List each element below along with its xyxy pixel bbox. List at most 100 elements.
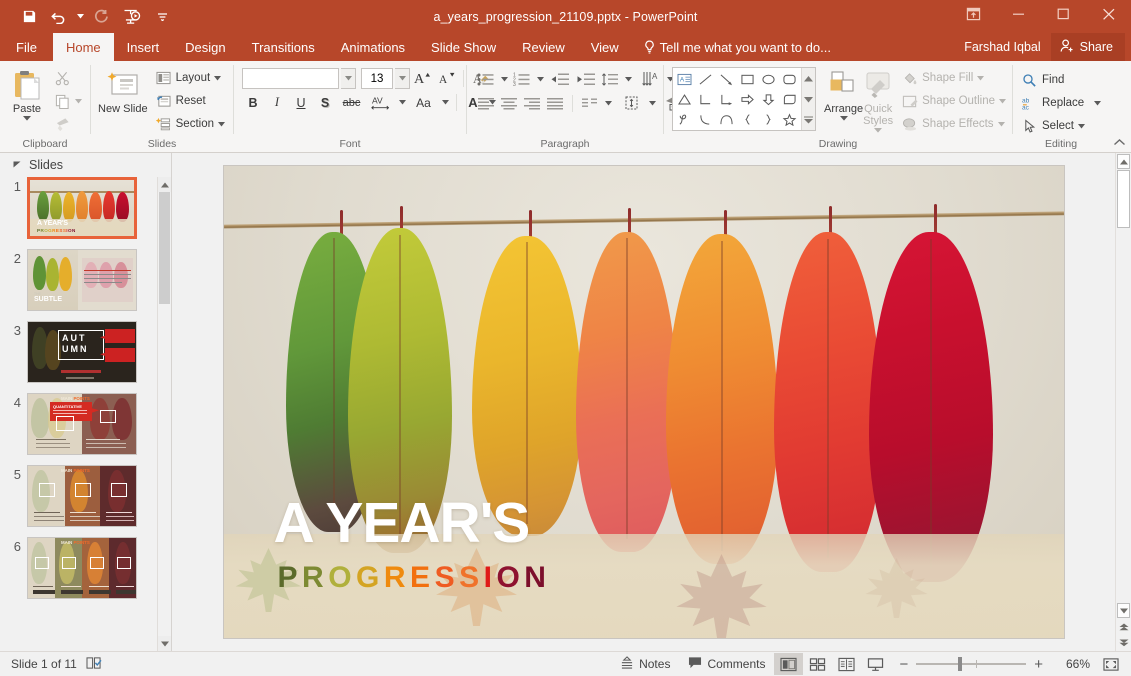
columns-button[interactable] <box>579 93 601 113</box>
slide-subtitle-text[interactable]: PROGRESSION <box>278 563 551 593</box>
shape-rectangle-icon[interactable] <box>737 69 758 89</box>
editor-vertical-scrollbar[interactable] <box>1115 153 1131 651</box>
decrease-font-size-button[interactable]: A <box>436 68 458 89</box>
section-button[interactable]: Section <box>151 113 229 135</box>
align-center-button[interactable] <box>498 93 520 113</box>
start-presentation-icon[interactable] <box>117 4 147 30</box>
italic-button[interactable]: I <box>266 92 288 113</box>
shape-left-brace-icon[interactable] <box>737 109 758 129</box>
slide-sorter-view-button[interactable] <box>803 653 832 675</box>
shape-effects-button[interactable]: Shape Effects <box>897 113 1010 135</box>
align-left-button[interactable] <box>475 93 497 113</box>
customize-qat-icon[interactable] <box>147 4 177 30</box>
shape-star-icon[interactable] <box>779 109 800 129</box>
shape-down-arrow-icon[interactable] <box>758 89 779 109</box>
shape-elbow-arrow-icon[interactable] <box>716 89 737 109</box>
normal-view-button[interactable] <box>774 653 804 675</box>
reading-view-button[interactable] <box>832 653 861 675</box>
replace-button[interactable]: ab ac Replace <box>1017 92 1105 114</box>
font-size-input[interactable]: 13 <box>361 68 393 89</box>
slide-indicator[interactable]: Slide 1 of 11 <box>11 657 77 671</box>
shape-triangle-icon[interactable] <box>674 89 695 109</box>
scroll-down-icon[interactable] <box>1117 603 1130 618</box>
font-name-input[interactable] <box>242 68 339 89</box>
notes-button[interactable]: Notes <box>611 652 679 676</box>
format-painter-button[interactable] <box>50 113 86 135</box>
character-spacing-button[interactable]: AV <box>367 92 394 113</box>
collapse-ribbon-icon[interactable] <box>1113 134 1126 152</box>
thumbnail-scroll-down-icon[interactable] <box>158 636 171 651</box>
bullets-dropdown-icon[interactable] <box>498 69 510 89</box>
zoom-slider[interactable] <box>916 657 1027 671</box>
slide-canvas[interactable]: A YEAR'S PROGRESSION <box>223 166 1064 638</box>
next-slide-icon[interactable] <box>1116 635 1131 651</box>
save-icon[interactable] <box>14 4 44 30</box>
shape-arc-icon[interactable] <box>716 109 737 129</box>
shape-elbow-connector-icon[interactable] <box>695 89 716 109</box>
thumbnail-slide-3[interactable]: 3 AUT UMN <box>5 321 171 383</box>
align-right-button[interactable] <box>521 93 543 113</box>
slide-show-view-button[interactable] <box>861 653 890 675</box>
tab-insert[interactable]: Insert <box>114 33 173 61</box>
decrease-indent-button[interactable] <box>547 69 572 89</box>
tab-design[interactable]: Design <box>172 33 238 61</box>
undo-icon[interactable] <box>44 4 74 30</box>
shapes-gallery-scrollbar[interactable] <box>801 68 815 130</box>
shape-textbox-icon[interactable]: A <box>674 69 695 89</box>
tab-transitions[interactable]: Transitions <box>239 33 328 61</box>
spellcheck-icon[interactable] <box>86 656 102 673</box>
bold-button[interactable]: B <box>242 92 264 113</box>
font-size-dropdown-icon[interactable] <box>395 68 410 89</box>
shapes-more-icon[interactable] <box>804 111 813 129</box>
shapes-scroll-down-icon[interactable] <box>804 90 813 108</box>
close-icon[interactable] <box>1086 0 1131 28</box>
thumbnail-scroll-track[interactable] <box>158 192 171 636</box>
zoom-percent-label[interactable]: 66% <box>1052 657 1090 671</box>
change-case-dropdown-icon[interactable] <box>439 92 451 113</box>
tab-animations[interactable]: Animations <box>328 33 418 61</box>
scroll-track[interactable] <box>1116 170 1131 602</box>
redo-icon[interactable] <box>87 4 117 30</box>
increase-font-size-button[interactable]: A <box>412 68 434 89</box>
change-case-button[interactable]: Aa <box>410 92 437 113</box>
select-button[interactable]: Select <box>1017 115 1105 137</box>
scroll-up-icon[interactable] <box>1117 154 1130 169</box>
shape-fill-button[interactable]: Shape Fill <box>897 67 1010 89</box>
character-spacing-dropdown-icon[interactable] <box>396 92 408 113</box>
comments-button[interactable]: Comments <box>679 652 774 676</box>
font-name-dropdown-icon[interactable] <box>341 68 356 89</box>
undo-dropdown-icon[interactable] <box>74 4 87 30</box>
columns-dropdown-icon[interactable] <box>602 93 614 113</box>
cut-button[interactable] <box>50 67 86 89</box>
thumbnail-list[interactable]: 1 A YEAR'S PROGRESSION 2 SUBTLE THE 3 AU… <box>0 177 171 651</box>
reset-button[interactable]: Reset <box>151 90 229 112</box>
shape-scribble-icon[interactable] <box>674 109 695 129</box>
quick-styles-button[interactable]: Quick Styles <box>863 65 893 133</box>
thumbnail-slide-2[interactable]: 2 SUBTLE THE <box>5 249 171 311</box>
thumbnail-slide-5[interactable]: 5 MAIN POINTS <box>5 465 171 527</box>
shape-right-arrow-icon[interactable] <box>737 89 758 109</box>
justify-button[interactable] <box>544 93 566 113</box>
shape-line-icon[interactable] <box>695 69 716 89</box>
collapse-slides-icon[interactable] <box>13 158 22 172</box>
user-name[interactable]: Farshad Iqbal <box>954 40 1050 54</box>
line-spacing-dropdown-icon[interactable] <box>622 69 634 89</box>
tab-view[interactable]: View <box>578 33 632 61</box>
share-button[interactable]: Share <box>1050 33 1125 61</box>
strikethrough-button[interactable]: abc <box>338 92 365 113</box>
underline-button[interactable]: U <box>290 92 312 113</box>
thumbnail-slide-6[interactable]: 6 MAIN POINTS <box>5 537 171 599</box>
align-text-dropdown-icon[interactable] <box>646 93 658 113</box>
thumbnail-slide-1[interactable]: 1 A YEAR'S PROGRESSION <box>5 177 171 239</box>
shape-rounded-rect-icon[interactable] <box>779 69 800 89</box>
zoom-slider-handle[interactable] <box>958 657 963 671</box>
tab-review[interactable]: Review <box>509 33 578 61</box>
shape-outline-button[interactable]: Shape Outline <box>897 90 1010 112</box>
increase-indent-button[interactable] <box>573 69 598 89</box>
ribbon-display-options-icon[interactable] <box>951 0 996 28</box>
zoom-in-button[interactable]: + <box>1031 656 1046 673</box>
thumbnail-scroll-up-icon[interactable] <box>158 177 171 192</box>
text-direction-button[interactable]: A <box>639 69 663 89</box>
scroll-thumb[interactable] <box>1117 170 1130 228</box>
shape-right-brace-icon[interactable] <box>758 109 779 129</box>
